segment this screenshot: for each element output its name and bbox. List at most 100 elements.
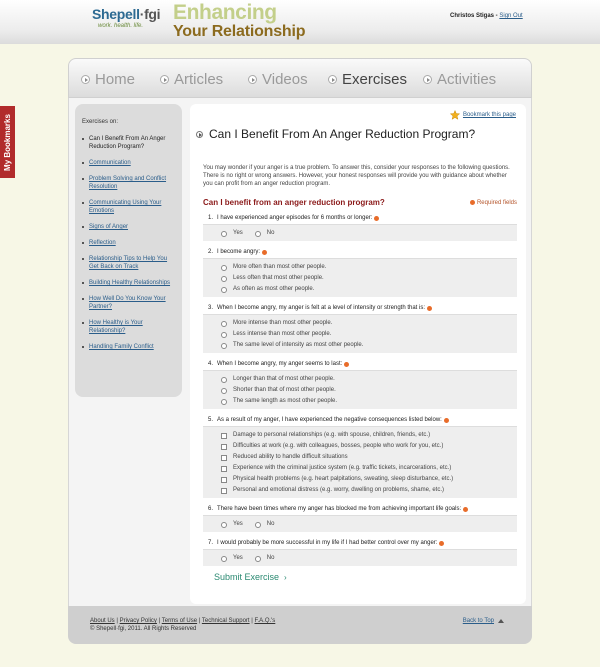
- checkbox-option[interactable]: Difficulties at work (e.g. with colleagu…: [221, 441, 517, 452]
- sidebar-item-link[interactable]: How Healthy is Your Relationship?: [82, 319, 178, 335]
- sidebar-link[interactable]: Building Healthy Relationships: [89, 280, 170, 286]
- checkbox[interactable]: [221, 476, 227, 483]
- sidebar-item-link[interactable]: Problem Solving and Conflict Resolution: [82, 175, 178, 191]
- sidebar-link[interactable]: Relationship Tips to Help You Get Back o…: [89, 256, 167, 270]
- sidebar-item-link[interactable]: Communicating Using Your Emotions: [82, 199, 178, 215]
- user-info: Christos Stigas - Sign Out: [450, 13, 523, 19]
- footer-link-support[interactable]: Technical Support: [202, 618, 250, 624]
- checkbox-option[interactable]: Reduced ability to handle difficult situ…: [221, 452, 517, 463]
- radio-option[interactable]: As often as most other people.: [221, 284, 517, 295]
- sidebar-item-link[interactable]: Handling Family Conflict: [82, 343, 178, 351]
- back-to-top[interactable]: Back to Top: [463, 618, 504, 624]
- radio-option[interactable]: Yes: [221, 228, 243, 239]
- radio-button[interactable]: [221, 398, 227, 405]
- main-nav: Home Articles Videos Exercises Activitie…: [68, 58, 532, 98]
- radio-option[interactable]: The same level of intensity as most othe…: [221, 340, 517, 351]
- radio-button[interactable]: [254, 555, 261, 562]
- footer-link-terms[interactable]: Terms of Use: [162, 618, 197, 624]
- tab-exercises[interactable]: Exercises: [328, 71, 407, 88]
- sidebar-item-link[interactable]: Building Healthy Relationships: [82, 279, 178, 287]
- tab-home[interactable]: Home: [81, 71, 135, 88]
- required-dot-icon: [439, 540, 445, 546]
- tab-articles[interactable]: Articles: [160, 71, 223, 88]
- sidebar-item-link[interactable]: Relationship Tips to Help You Get Back o…: [82, 255, 178, 271]
- radio-option[interactable]: More intense than most other people.: [221, 318, 517, 329]
- sidebar-link[interactable]: Communication: [89, 160, 131, 166]
- radio-button[interactable]: [221, 286, 227, 293]
- question-number: 5.: [208, 417, 214, 423]
- checkbox[interactable]: [221, 432, 227, 439]
- back-to-top-link[interactable]: Back to Top: [463, 618, 494, 624]
- radio-button[interactable]: [221, 230, 227, 237]
- required-dot-icon: [427, 305, 433, 311]
- question-number: 6.: [208, 506, 214, 512]
- radio-button[interactable]: [221, 555, 227, 562]
- my-bookmarks-tab[interactable]: My Bookmarks: [0, 106, 15, 178]
- question-text: I would probably be more successful in m…: [217, 540, 438, 546]
- radio-option[interactable]: Yes: [221, 553, 243, 564]
- sidebar-link[interactable]: Communicating Using Your Emotions: [89, 200, 161, 214]
- radio-option[interactable]: The same length as most other people.: [221, 396, 517, 407]
- radio-button[interactable]: [221, 376, 227, 383]
- arrow-up-icon: [498, 619, 504, 623]
- page-title-text: Can I Benefit From An Anger Reduction Pr…: [209, 127, 476, 141]
- footer-link-faq[interactable]: F.A.Q.'s: [254, 618, 275, 624]
- option-label: Yes: [233, 555, 243, 561]
- sidebar-item-link[interactable]: Communication: [82, 159, 178, 167]
- option-label: The same level of intensity as most othe…: [233, 342, 364, 348]
- question-text: I have experienced anger episodes for 6 …: [217, 215, 373, 221]
- tab-videos[interactable]: Videos: [248, 71, 308, 88]
- question: 4. When I become angry, my anger seems to…: [203, 357, 517, 409]
- option-label: As often as most other people.: [233, 286, 315, 292]
- radio-button[interactable]: [221, 331, 227, 338]
- required-label: Required fields: [476, 199, 517, 206]
- radio-button[interactable]: [221, 521, 227, 528]
- sidebar-item-link[interactable]: How Well Do You Know Your Partner?: [82, 295, 178, 311]
- sidebar-link[interactable]: Signs of Anger: [89, 224, 128, 230]
- sidebar-link[interactable]: How Well Do You Know Your Partner?: [89, 296, 166, 310]
- radio-button[interactable]: [221, 264, 227, 271]
- bookmark-page[interactable]: Bookmark this page: [449, 110, 516, 120]
- sidebar-item-link[interactable]: Signs of Anger: [82, 223, 178, 231]
- sidebar-item-link[interactable]: Reflection: [82, 239, 178, 247]
- radio-option[interactable]: Less often that most other people.: [221, 273, 517, 284]
- radio-button[interactable]: [254, 521, 261, 528]
- tab-activities[interactable]: Activities: [423, 71, 496, 88]
- arrow-circle-icon: [248, 75, 257, 84]
- sidebar-link[interactable]: Handling Family Conflict: [89, 344, 154, 350]
- radio-option[interactable]: Longer than that of most other people.: [221, 374, 517, 385]
- radio-option[interactable]: No: [254, 519, 274, 530]
- checkbox-option[interactable]: Personal and emotional distress (e.g. wo…: [221, 485, 517, 496]
- footer-link-privacy[interactable]: Privacy Policy: [120, 618, 157, 624]
- radio-option[interactable]: Shorter than that of most other people.: [221, 385, 517, 396]
- checkbox-option[interactable]: Experience with the criminal justice sys…: [221, 463, 517, 474]
- page-title: Can I Benefit From An Anger Reduction Pr…: [196, 127, 475, 141]
- checkbox[interactable]: [221, 454, 227, 461]
- radio-option[interactable]: More often than most other people.: [221, 262, 517, 273]
- radio-button[interactable]: [221, 320, 227, 327]
- radio-button[interactable]: [221, 342, 227, 349]
- radio-option[interactable]: Less intense than most other people.: [221, 329, 517, 340]
- checkbox-option[interactable]: Damage to personal relationships (e.g. w…: [221, 430, 517, 441]
- checkbox[interactable]: [221, 465, 227, 472]
- radio-option[interactable]: No: [254, 228, 274, 239]
- sidebar-link[interactable]: How Healthy is Your Relationship?: [89, 320, 143, 334]
- radio-button[interactable]: [221, 387, 227, 394]
- radio-option[interactable]: No: [254, 553, 274, 564]
- sidebar-link[interactable]: Problem Solving and Conflict Resolution: [89, 176, 166, 190]
- bookmark-link[interactable]: Bookmark this page: [463, 112, 516, 118]
- checkbox[interactable]: [221, 487, 227, 494]
- checkbox[interactable]: [221, 443, 227, 450]
- radio-button[interactable]: [221, 275, 227, 282]
- required-dot-icon: [469, 200, 475, 205]
- radio-button[interactable]: [254, 230, 261, 237]
- radio-option[interactable]: Yes: [221, 519, 243, 530]
- answer-box: Damage to personal relationships (e.g. w…: [203, 426, 517, 498]
- checkbox-option[interactable]: Physical health problems (e.g. heart pal…: [221, 474, 517, 485]
- sidebar-link[interactable]: Reflection: [89, 240, 116, 246]
- required-legend: Required fields: [468, 198, 517, 207]
- submit-exercise-button[interactable]: Submit Exercise ›: [214, 572, 287, 582]
- company-logo[interactable]: Shepell·fgi work. health. life.: [92, 6, 161, 29]
- sign-out-link[interactable]: Sign Out: [499, 13, 522, 19]
- footer-link-about[interactable]: About Us: [90, 618, 115, 624]
